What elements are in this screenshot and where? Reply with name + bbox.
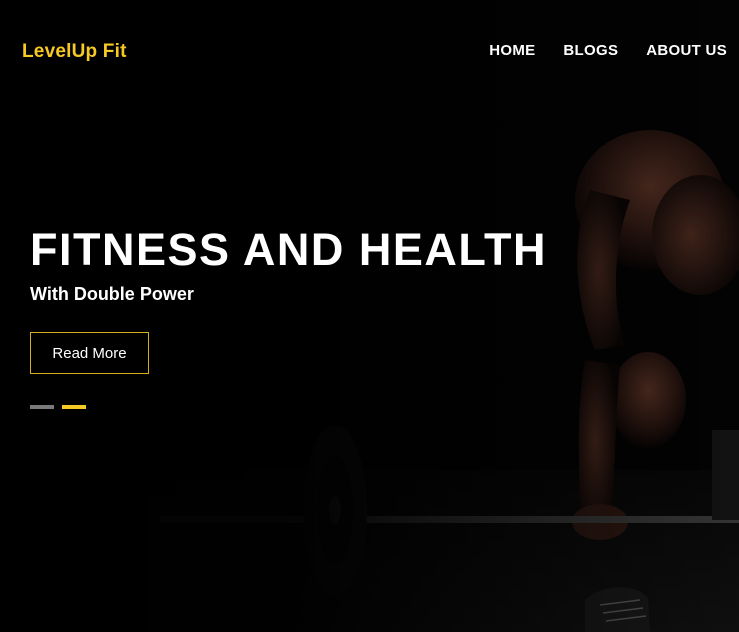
top-navigation-bar: LevelUp Fit HOME BLOGS ABOUT US xyxy=(0,0,739,106)
slide-indicator-1[interactable] xyxy=(30,405,54,409)
hero-section: LevelUp Fit HOME BLOGS ABOUT US FITNESS … xyxy=(0,0,739,632)
read-more-button[interactable]: Read More xyxy=(30,332,149,374)
hero-subheadline: With Double Power xyxy=(30,284,194,304)
nav-link-about-us[interactable]: ABOUT US xyxy=(646,42,727,59)
slide-indicator-2[interactable] xyxy=(62,405,86,409)
nav-link-home[interactable]: HOME xyxy=(489,42,535,59)
nav-link-blogs[interactable]: BLOGS xyxy=(563,42,618,59)
slide-indicators xyxy=(30,405,86,409)
main-nav: HOME BLOGS ABOUT US xyxy=(489,42,727,59)
hero-headline: FITNESS AND HEALTH xyxy=(30,224,547,275)
brand-logo-link[interactable]: LevelUp Fit xyxy=(22,41,127,63)
